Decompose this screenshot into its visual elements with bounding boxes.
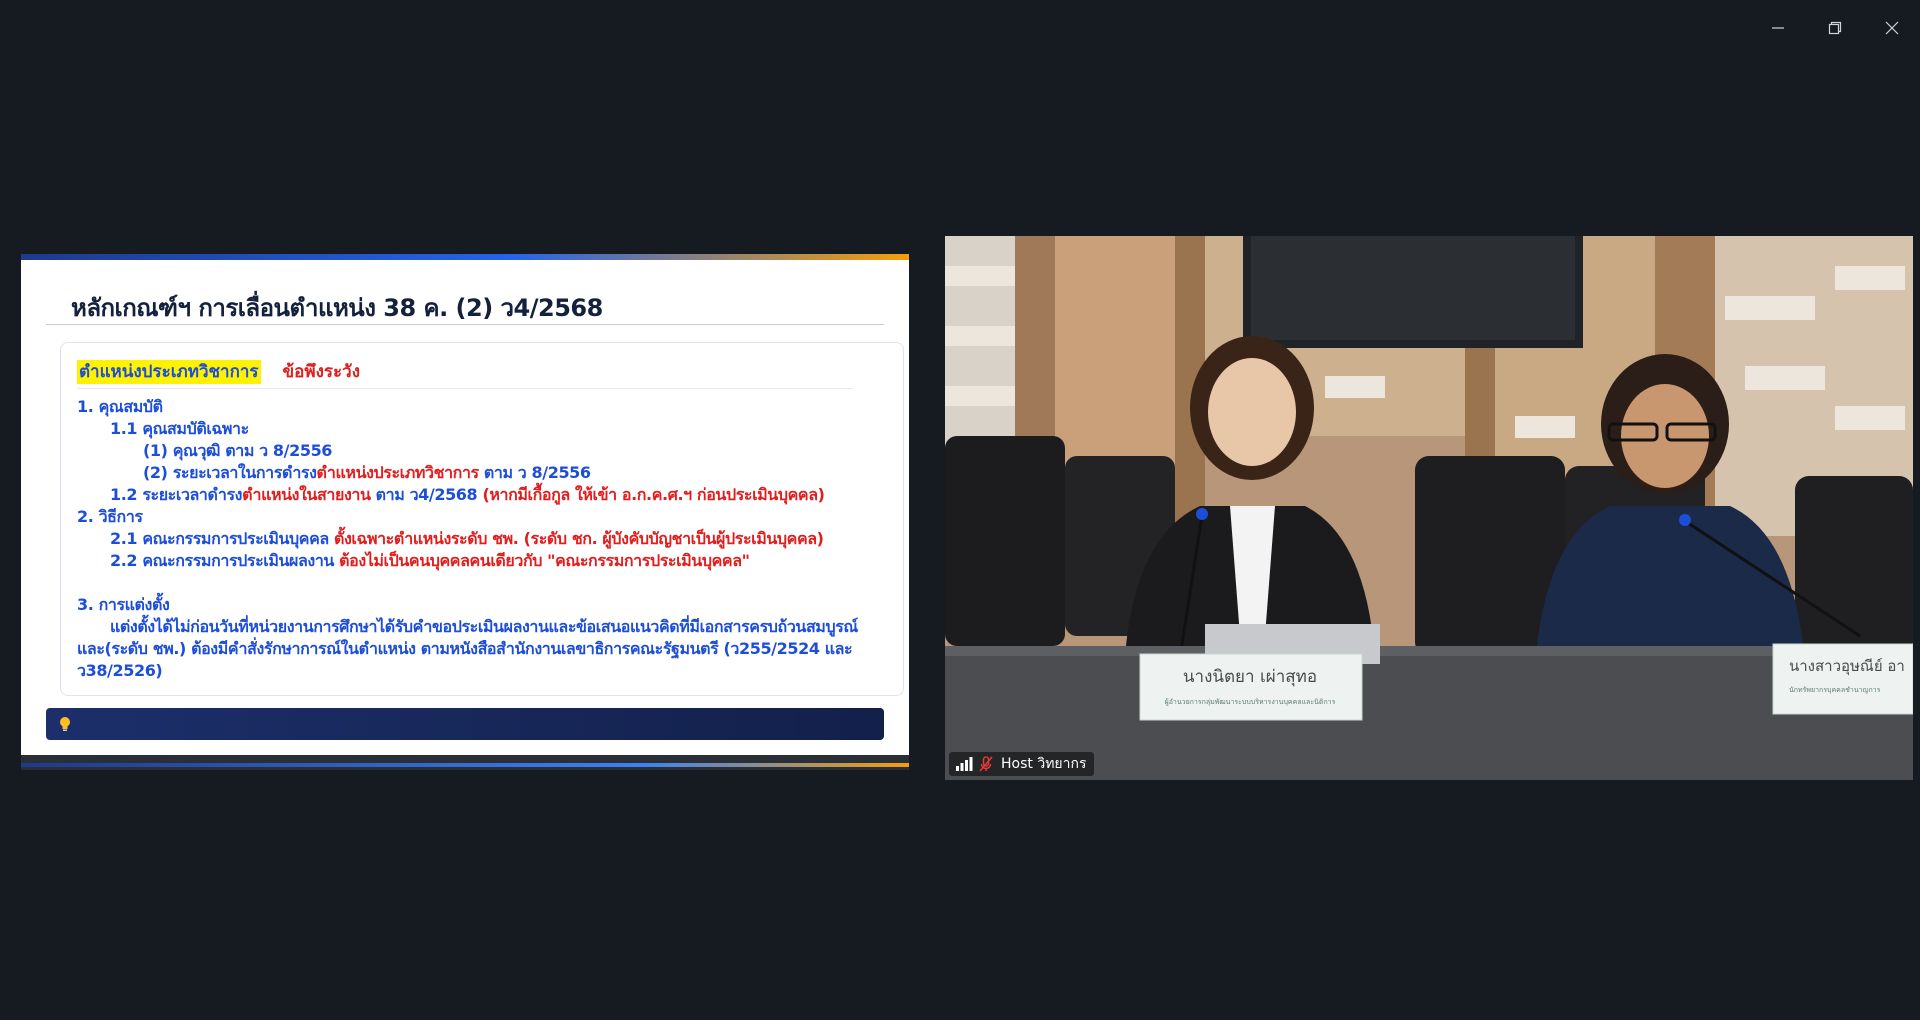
- tab-caution: ข้อพึงระวัง: [282, 362, 360, 382]
- item-appointment-detail: แต่งตั้งได้ไม่ก่อนวันที่หน่วยงานการศึกษา…: [77, 616, 887, 682]
- restore-button[interactable]: [1806, 0, 1863, 56]
- slide-title: หลักเกณฑ์ฯ การเลื่อนตำแหน่ง 38 ค. (2) ว4…: [71, 294, 603, 322]
- text-emphasis: ตำแหน่งในสายงาน: [242, 485, 371, 504]
- item-tenure-academic: (2) ระยะเวลาในการดำรงตำแหน่งประเภทวิชากา…: [77, 462, 887, 484]
- video-tile[interactable]: นางนิตยา เผ่าสุทอ ผู้อำนวยการกลุ่มพัฒนาร…: [945, 236, 1913, 780]
- close-icon: [1885, 21, 1898, 35]
- item-specific-qualifications: 1.1 คุณสมบัติเฉพาะ: [110, 419, 249, 438]
- text-emphasis: ต้องไม่เป็นคนบุคคลคนเดียวกับ "คณะกรรมการ…: [339, 551, 750, 570]
- nameplate-left: นางนิตยา เผ่าสุทอ: [1183, 667, 1317, 687]
- nameplate-right-sub: นักทรัพยากรบุคคลชำนาญการ: [1789, 686, 1881, 694]
- text-normal: 2.2 คณะกรรมการประเมินผลงาน: [110, 551, 340, 570]
- item-method: 2. วิธีการ: [77, 507, 143, 526]
- title-divider: [46, 324, 884, 325]
- minimize-button[interactable]: [1749, 0, 1806, 56]
- window-controls: [1749, 0, 1920, 56]
- shared-screen[interactable]: หลักเกณฑ์ฯ การเลื่อนตำแหน่ง 38 ค. (2) ว4…: [21, 254, 909, 770]
- text-normal: 1.2 ระยะเวลาดำรง: [110, 485, 243, 504]
- item-personnel-committee: 2.1 คณะกรรมการประเมินบุคคล ตั้งเฉพาะตำแห…: [77, 528, 887, 550]
- video-feed: นางนิตยา เผ่าสุทอ ผู้อำนวยการกลุ่มพัฒนาร…: [945, 236, 1913, 780]
- item-work-committee: 2.2 คณะกรรมการประเมินผลงาน ต้องไม่เป็นคน…: [77, 550, 887, 572]
- restore-icon: [1828, 21, 1841, 35]
- slide-bottom-accent: [21, 763, 909, 767]
- close-button[interactable]: [1863, 0, 1920, 56]
- minimize-icon: [1771, 27, 1784, 29]
- tab-academic-position: ตำแหน่งประเภทวิชาการ: [77, 360, 261, 384]
- nameplate-left-sub: ผู้อำนวยการกลุ่มพัฒนาระบบบริหารงานบุคคลแ…: [1165, 698, 1336, 706]
- mic-muted-icon: [979, 756, 993, 772]
- nameplate-right: นางสาวอุษณีย์ อา: [1789, 657, 1905, 676]
- item-appointment: 3. การแต่งตั้ง: [77, 595, 170, 614]
- text-normal: (2) ระยะเวลาในการดำรง: [143, 463, 317, 482]
- criteria-list: 1. คุณสมบัติ 1.1 คุณสมบัติเฉพาะ (1) คุณว…: [77, 396, 887, 682]
- signal-bars-icon: [956, 757, 973, 771]
- lightbulb-icon: [60, 717, 70, 731]
- card-divider: [77, 388, 853, 389]
- text-emphasis: ตั้งเฉพาะตำแหน่งระดับ ชพ. (ระดับ ชก. ผู้…: [333, 529, 824, 548]
- card-tabs: ตำแหน่งประเภทวิชาการ ข้อพึงระวัง: [77, 358, 360, 385]
- tip-bar: [46, 708, 884, 740]
- text-emphasis: (หากมีเกื้อกูล ให้เข้า อ.ก.ค.ศ.ฯ ก่อนประ…: [482, 485, 825, 504]
- text-emphasis: ตำแหน่งประเภทวิชาการ: [316, 463, 480, 482]
- text-normal: 2.1 คณะกรรมการประเมินบุคคล: [110, 529, 334, 548]
- item-qualifications: 1. คุณสมบัติ: [77, 397, 163, 416]
- item-degree: (1) คุณวุฒิ ตาม ว 8/2556: [143, 441, 333, 460]
- item-tenure-line: 1.2 ระยะเวลาดำรงตำแหน่งในสายงาน ตาม ว4/2…: [77, 484, 887, 506]
- text-normal: ตาม ว4/2568: [370, 485, 483, 504]
- speaker-label: Host วิทยากร: [949, 752, 1095, 776]
- appointment-text: แต่งตั้งได้ไม่ก่อนวันที่หน่วยงานการศึกษา…: [77, 617, 858, 680]
- slide: หลักเกณฑ์ฯ การเลื่อนตำแหน่ง 38 ค. (2) ว4…: [21, 260, 909, 755]
- text-normal: ตาม ว 8/2556: [478, 463, 591, 482]
- speaker-name: Host วิทยากร: [1001, 756, 1087, 772]
